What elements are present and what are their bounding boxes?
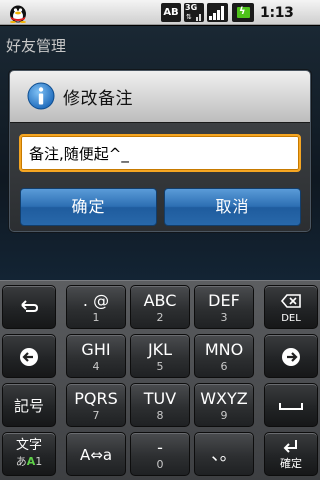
cancel-button[interactable]: 取消	[164, 188, 301, 226]
delete-icon	[280, 294, 301, 308]
key-label: MNO	[204, 340, 244, 359]
edit-remark-dialog: 修改备注 确定 取消	[9, 70, 311, 232]
key-label: TUV	[143, 389, 177, 408]
case-toggle-key[interactable]: A⇔a	[66, 432, 126, 476]
key-label: A⇔a	[79, 446, 113, 464]
key-label: WXYZ	[200, 389, 248, 408]
input-method-indicator: AB	[161, 3, 181, 22]
info-icon	[27, 82, 55, 114]
clock: 1:13 AM	[260, 5, 294, 47]
qq-penguin-icon[interactable]	[7, 2, 29, 23]
key-6[interactable]: MNO 6	[194, 334, 254, 378]
key-label: 文字	[15, 438, 42, 453]
key-label: DEF	[208, 291, 240, 310]
key-digit: 7	[92, 409, 100, 422]
status-bar: AB 3G ⇅ ϟ 1:13 AM	[0, 0, 320, 47]
battery-charging-icon: ϟ	[232, 3, 254, 22]
arrow-left-icon	[20, 348, 38, 366]
key-digit: 3	[220, 311, 228, 324]
key-digit: 0	[156, 458, 164, 471]
arrow-right-icon	[282, 348, 300, 366]
return-arrow-icon	[21, 300, 39, 312]
space-icon	[279, 403, 303, 410]
page-title: 好友管理	[6, 37, 67, 55]
cursor-left-key[interactable]	[2, 334, 56, 378]
key-digit: 6	[220, 360, 228, 373]
key-digit: 9	[220, 409, 228, 422]
input-mode-key[interactable]: 文字 あA1	[2, 432, 56, 476]
mode-numeric: 1	[35, 455, 43, 468]
key-3[interactable]: DEF 3	[194, 285, 254, 329]
key-2[interactable]: ABC 2	[130, 285, 190, 329]
key-8[interactable]: TUV 8	[130, 383, 190, 427]
key-digit: 2	[156, 311, 164, 324]
key-label: . @	[82, 291, 110, 310]
cursor-right-key[interactable]	[264, 334, 318, 378]
enter-icon	[283, 440, 297, 453]
space-key[interactable]	[264, 383, 318, 427]
key-digit: 8	[156, 409, 164, 422]
key-5[interactable]: JKL 5	[130, 334, 190, 378]
enter-key[interactable]: 確定	[264, 432, 318, 476]
confirm-button[interactable]: 确定	[20, 188, 157, 226]
key-digit: 5	[156, 360, 164, 373]
key-4[interactable]: GHI 4	[66, 334, 126, 378]
key-label: ABC	[143, 291, 177, 310]
dialog-body: 确定 取消	[10, 122, 310, 231]
return-key[interactable]	[2, 285, 56, 329]
key-label: PQRS	[74, 389, 118, 408]
key-0[interactable]: - 0	[130, 432, 190, 476]
key-label: 、。	[211, 445, 237, 465]
soft-keyboard: . @ 1 ABC 2 DEF 3 DEL GHI 4 JKL 5 MNO 6	[0, 280, 320, 480]
dialog-header: 修改备注	[10, 71, 310, 122]
remark-input[interactable]	[19, 134, 301, 172]
dialog-title: 修改备注	[63, 89, 133, 109]
key-label: JKL	[147, 340, 173, 359]
key-9[interactable]: WXYZ 9	[194, 383, 254, 427]
key-label: GHI	[81, 340, 111, 359]
input-mode-indicator: あA1	[3, 455, 55, 468]
key-label: DEL	[281, 313, 301, 324]
key-label: 記号	[13, 397, 44, 415]
punctuation-key[interactable]: 、。	[194, 432, 254, 476]
key-digit: 4	[92, 360, 100, 373]
network-type-label: 3G	[185, 3, 198, 12]
delete-key[interactable]: DEL	[264, 285, 318, 329]
key-label: -	[157, 438, 163, 457]
key-label: 確定	[280, 457, 302, 470]
mode-alpha-active: A	[26, 455, 36, 468]
key-digit: 1	[92, 311, 100, 324]
key-1[interactable]: . @ 1	[66, 285, 126, 329]
signal-strength-icon	[207, 3, 228, 22]
key-7[interactable]: PQRS 7	[66, 383, 126, 427]
network-3g-icon: 3G ⇅	[184, 3, 204, 22]
symbols-key[interactable]: 記号	[2, 383, 56, 427]
mode-hiragana: あ	[15, 455, 27, 468]
